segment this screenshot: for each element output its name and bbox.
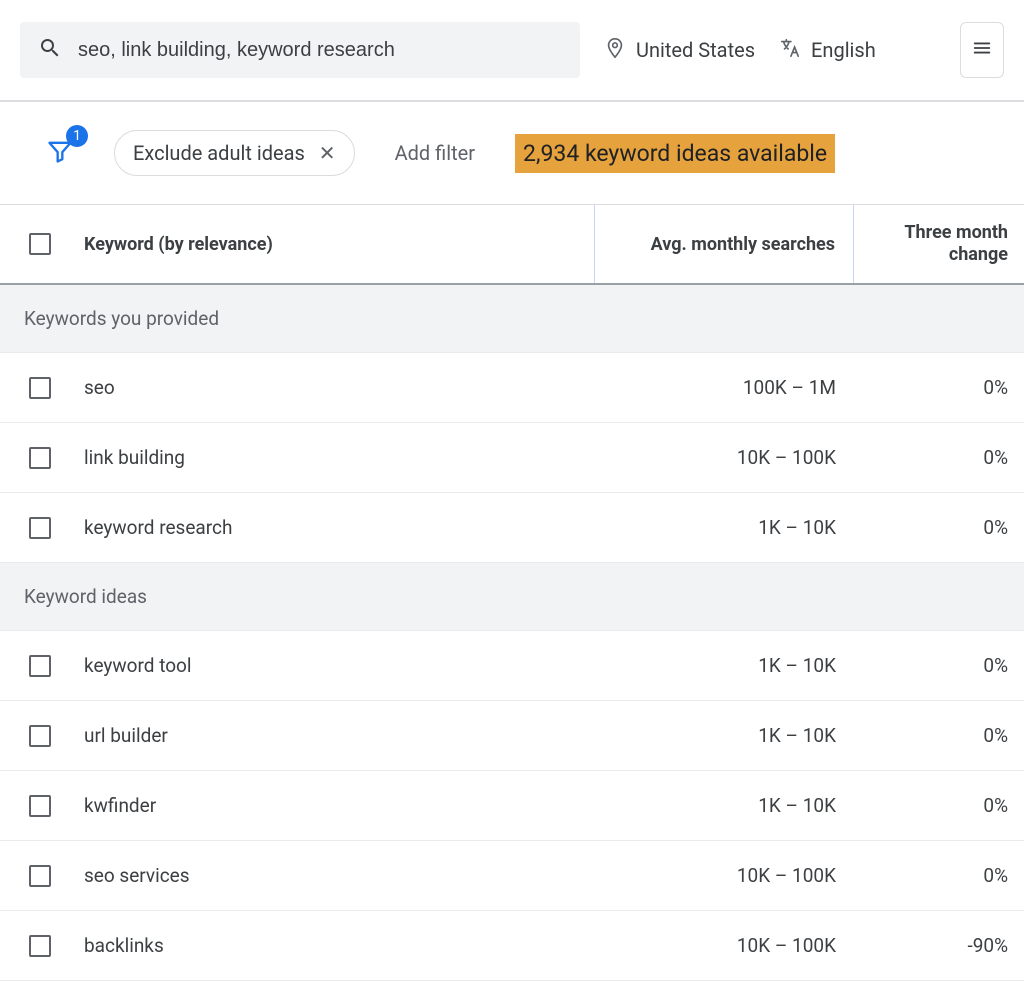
table-row: link building 10K – 100K 0% bbox=[0, 423, 1024, 493]
location-pin-icon bbox=[604, 37, 626, 64]
row-checkbox[interactable] bbox=[29, 377, 51, 399]
row-checkbox[interactable] bbox=[29, 725, 51, 747]
avg-searches-cell: 10K – 100K bbox=[594, 423, 854, 492]
select-all-checkbox[interactable] bbox=[29, 233, 51, 255]
change-cell: 0% bbox=[854, 701, 1024, 770]
search-icon bbox=[38, 36, 62, 64]
funnel-icon bbox=[46, 150, 74, 169]
row-checkbox[interactable] bbox=[29, 795, 51, 817]
avg-searches-cell: 100K – 1M bbox=[594, 353, 854, 422]
change-cell: 0% bbox=[854, 771, 1024, 840]
avg-searches-cell: 1K – 10K bbox=[594, 701, 854, 770]
row-checkbox[interactable] bbox=[29, 865, 51, 887]
table-header: Keyword (by relevance) Avg. monthly sear… bbox=[0, 204, 1024, 285]
location-label: United States bbox=[636, 38, 755, 62]
close-icon[interactable]: ✕ bbox=[319, 141, 336, 165]
keyword-cell: seo services bbox=[80, 841, 594, 910]
table-row: keyword research 1K – 10K 0% bbox=[0, 493, 1024, 563]
keyword-cell: url builder bbox=[80, 701, 594, 770]
keyword-search-box[interactable] bbox=[20, 22, 580, 78]
language-selector[interactable]: English bbox=[779, 37, 876, 64]
change-cell: -90% bbox=[854, 911, 1024, 980]
filter-chip-exclude-adult[interactable]: Exclude adult ideas ✕ bbox=[114, 130, 355, 176]
avg-searches-cell: 1K – 10K bbox=[594, 493, 854, 562]
group-header-provided: Keywords you provided bbox=[0, 285, 1024, 353]
hamburger-icon bbox=[971, 37, 993, 63]
avg-searches-cell: 1K – 10K bbox=[594, 771, 854, 840]
column-header-avg-searches[interactable]: Avg. monthly searches bbox=[594, 205, 854, 283]
filter-chip-label: Exclude adult ideas bbox=[133, 141, 305, 165]
keyword-ideas-count: 2,934 keyword ideas available bbox=[515, 134, 835, 173]
keyword-cell: kwfinder bbox=[80, 771, 594, 840]
group-header-ideas: Keyword ideas bbox=[0, 563, 1024, 631]
keyword-cell: keyword research bbox=[80, 493, 594, 562]
location-selector[interactable]: United States bbox=[604, 37, 755, 64]
row-checkbox[interactable] bbox=[29, 935, 51, 957]
change-cell: 0% bbox=[854, 353, 1024, 422]
change-cell: 0% bbox=[854, 841, 1024, 910]
column-header-keyword[interactable]: Keyword (by relevance) bbox=[80, 205, 594, 283]
table-row: seo 100K – 1M 0% bbox=[0, 353, 1024, 423]
language-label: English bbox=[811, 38, 876, 62]
keyword-cell: backlinks bbox=[80, 911, 594, 980]
translate-icon bbox=[779, 37, 801, 64]
row-checkbox[interactable] bbox=[29, 655, 51, 677]
table-row: url builder 1K – 10K 0% bbox=[0, 701, 1024, 771]
avg-searches-cell: 1K – 10K bbox=[594, 631, 854, 700]
change-cell: 0% bbox=[854, 631, 1024, 700]
keyword-cell: seo bbox=[80, 353, 594, 422]
table-row: backlinks 10K – 100K -90% bbox=[0, 911, 1024, 981]
filter-bar: 1 Exclude adult ideas ✕ Add filter 2,934… bbox=[0, 102, 1024, 204]
row-checkbox[interactable] bbox=[29, 447, 51, 469]
filter-toggle[interactable]: 1 bbox=[46, 137, 74, 169]
keyword-cell: link building bbox=[80, 423, 594, 492]
keyword-table: Keyword (by relevance) Avg. monthly sear… bbox=[0, 204, 1024, 981]
avg-searches-cell: 10K – 100K bbox=[594, 841, 854, 910]
change-cell: 0% bbox=[854, 493, 1024, 562]
column-header-three-month-change[interactable]: Three month change bbox=[854, 205, 1024, 283]
change-cell: 0% bbox=[854, 423, 1024, 492]
table-row: keyword tool 1K – 10K 0% bbox=[0, 631, 1024, 701]
top-bar: United States English bbox=[0, 0, 1024, 102]
filter-count-badge: 1 bbox=[66, 125, 88, 147]
table-row: kwfinder 1K – 10K 0% bbox=[0, 771, 1024, 841]
keyword-search-input[interactable] bbox=[78, 39, 562, 62]
menu-button[interactable] bbox=[960, 22, 1004, 78]
row-checkbox[interactable] bbox=[29, 517, 51, 539]
add-filter-button[interactable]: Add filter bbox=[395, 141, 475, 165]
keyword-cell: keyword tool bbox=[80, 631, 594, 700]
avg-searches-cell: 10K – 100K bbox=[594, 911, 854, 980]
table-row: seo services 10K – 100K 0% bbox=[0, 841, 1024, 911]
